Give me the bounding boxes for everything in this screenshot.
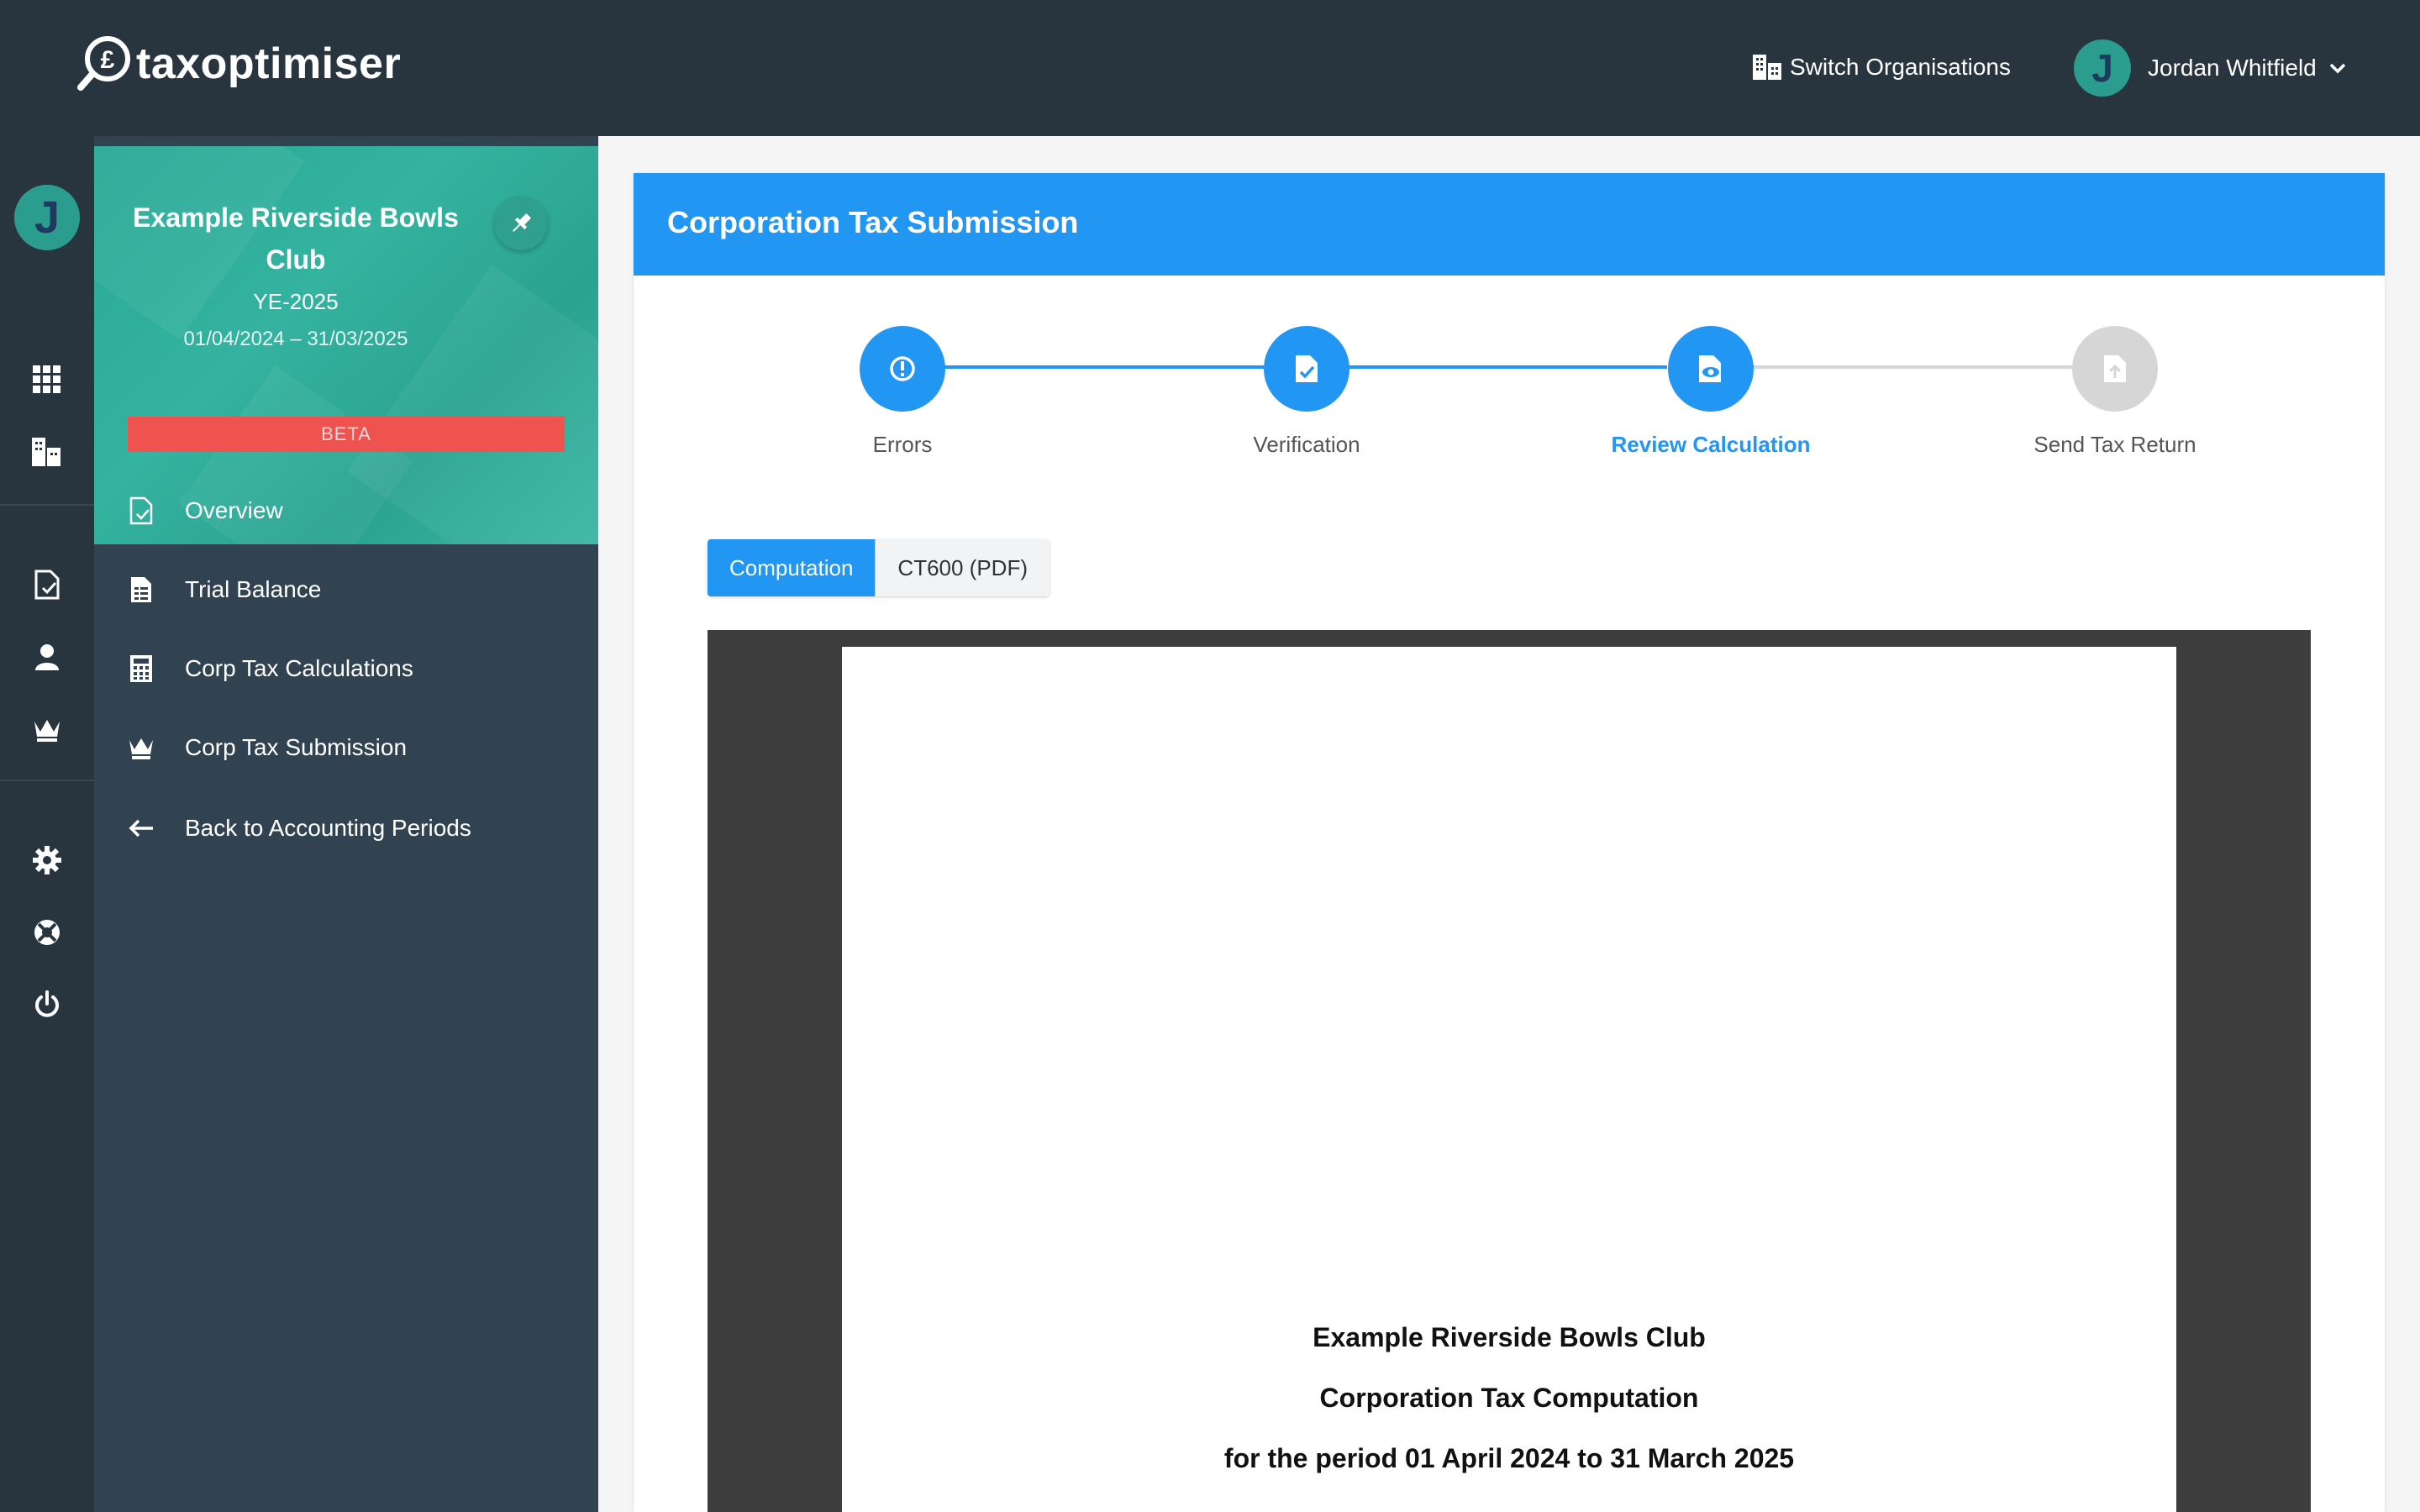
user-avatar: J: [2074, 39, 2131, 97]
document-check-icon[interactable]: [30, 568, 64, 601]
lifebuoy-icon[interactable]: [30, 916, 64, 949]
document-period: for the period 01 April 2024 to 31 March…: [1223, 1443, 1795, 1473]
crown-icon[interactable]: [30, 712, 64, 746]
top-bar: £ taxoptimiser Switch Organisations J Jo…: [0, 0, 2420, 136]
step-circle: [2072, 326, 2158, 412]
step-verification[interactable]: Verification: [1181, 326, 1433, 458]
calculator-icon: [126, 654, 156, 684]
nav-item-label: Corp Tax Calculations: [185, 655, 413, 681]
chevron-down-icon: [2329, 63, 2346, 74]
step-send-tax-return[interactable]: Send Tax Return: [1989, 326, 2241, 458]
nav-item-trial-balance[interactable]: Trial Balance: [94, 556, 598, 623]
logo-text: taxoptimiser: [136, 39, 402, 88]
step-label: Review Calculation: [1611, 432, 1811, 457]
switch-organisations-label: Switch Organisations: [1790, 54, 2012, 80]
organisation-name: Example Riverside Bowls Club: [133, 202, 459, 275]
icon-rail: J: [0, 136, 94, 1512]
rail-divider: [0, 504, 94, 506]
buildings-icon: [1753, 55, 1781, 80]
rail-divider: [0, 780, 94, 781]
year-end: YE-2025: [253, 289, 339, 314]
card-header: Corporation Tax Submission: [634, 173, 2385, 276]
organisations-icon[interactable]: [30, 435, 64, 469]
nav-item-corp-tax-calculations[interactable]: Corp Tax Calculations: [94, 635, 598, 702]
step-label: Errors: [872, 432, 933, 457]
document-eye-icon: [1699, 355, 1721, 382]
nav-item-label: Back to Accounting Periods: [185, 815, 471, 841]
beta-badge: BETA: [128, 417, 565, 452]
pin-button[interactable]: [494, 197, 548, 250]
document-tabs: Computation CT600 (PDF): [708, 539, 1050, 596]
pound-magnifier-icon: £: [76, 34, 133, 94]
accounting-period-dates: 01/04/2024 – 31/03/2025: [183, 328, 408, 350]
document-check-icon: [1296, 355, 1318, 382]
person-icon[interactable]: [30, 640, 64, 674]
page-title: Corporation Tax Submission: [667, 205, 1079, 239]
nav-item-back-to-accounting-periods[interactable]: Back to Accounting Periods: [94, 795, 598, 862]
crown-icon: [126, 732, 156, 763]
gear-icon[interactable]: [30, 843, 64, 877]
rail-avatar-initial: J: [34, 192, 60, 243]
document-check-icon: [126, 496, 156, 526]
submission-card: Corporation Tax Submission Errors Verifi…: [634, 173, 2385, 1512]
apps-grid-icon[interactable]: [30, 363, 64, 396]
app-logo[interactable]: £ taxoptimiser: [76, 34, 401, 94]
document-viewer[interactable]: Example Riverside Bowls Club Corporation…: [708, 630, 2311, 1512]
power-icon[interactable]: [30, 988, 64, 1021]
sidebar: Example Riverside Bowls Club YE-2025 01/…: [94, 136, 598, 1512]
step-circle: [1264, 326, 1349, 412]
rail-avatar[interactable]: J: [14, 185, 80, 250]
document-company-name: Example Riverside Bowls Club: [1313, 1322, 1706, 1352]
step-errors[interactable]: Errors: [776, 326, 1028, 458]
step-circle: [860, 326, 945, 412]
document-page: Example Riverside Bowls Club Corporation…: [842, 647, 2176, 1512]
nav-item-label: Corp Tax Submission: [185, 734, 408, 760]
arrow-left-icon: [126, 813, 156, 843]
document-upload-icon: [2104, 355, 2126, 382]
user-menu[interactable]: J Jordan Whitfield: [2074, 39, 2347, 97]
pin-icon: [513, 213, 532, 232]
step-review-calculation[interactable]: Review Calculation: [1585, 326, 1837, 458]
user-name: Jordan Whitfield: [2148, 55, 2317, 81]
tab-ct600-pdf[interactable]: CT600 (PDF): [875, 539, 1050, 596]
switch-organisations-button[interactable]: Switch Organisations: [1751, 47, 2011, 87]
spreadsheet-icon: [126, 575, 156, 605]
step-circle: [1668, 326, 1754, 412]
user-initial: J: [2091, 46, 2113, 90]
document-title: Corporation Tax Computation: [1319, 1383, 1699, 1413]
nav-item-corp-tax-submission[interactable]: Corp Tax Submission: [94, 714, 598, 781]
nav-item-label: Overview: [185, 497, 283, 523]
error-clock-icon: [890, 356, 915, 381]
tab-computation[interactable]: Computation: [708, 539, 876, 596]
nav-item-overview[interactable]: Overview: [94, 477, 598, 544]
step-label: Send Tax Return: [2033, 432, 2196, 457]
svg-text:£: £: [101, 46, 115, 74]
nav-item-label: Trial Balance: [185, 576, 322, 602]
step-label: Verification: [1253, 432, 1360, 457]
